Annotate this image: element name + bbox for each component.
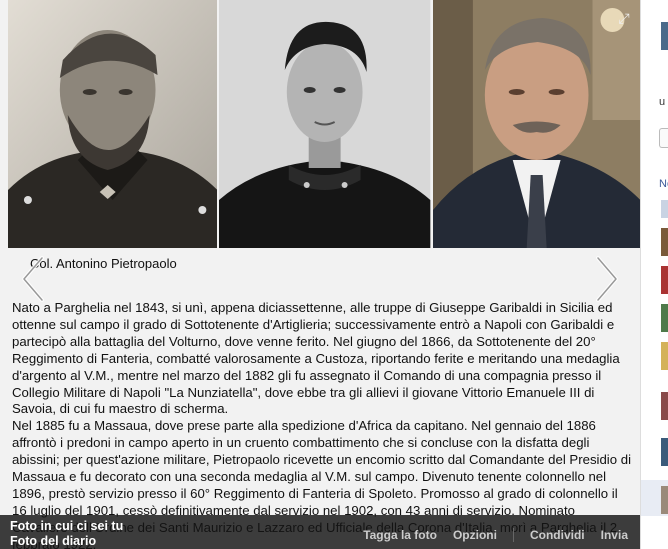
photo-actions: Tagga la foto Opzioni Condividi Invia <box>347 528 628 542</box>
timeline-photos-link[interactable]: Foto del diario <box>10 534 123 549</box>
photo-officer-bearded <box>8 0 218 248</box>
sidebar-thumbnail[interactable] <box>661 22 668 50</box>
sidebar-thumbnail[interactable] <box>661 266 668 294</box>
divider <box>512 528 514 542</box>
sidebar-thumbnail[interactable] <box>661 392 668 420</box>
expand-icon[interactable]: ⤢ <box>616 10 632 26</box>
chevron-right-icon[interactable] <box>590 254 624 304</box>
photos-of-you-link[interactable]: Foto in cui ci sei tu <box>10 519 123 534</box>
sidebar-thumbnail[interactable] <box>661 486 668 514</box>
photo-description: Nato a Parghelia nel 1843, si unì, appen… <box>12 300 631 549</box>
sidebar-thumbnail[interactable] <box>661 438 668 466</box>
sidebar-link-fragment[interactable]: Ne <box>659 178 668 190</box>
send-button[interactable]: Invia <box>601 528 628 542</box>
photo-viewer: ⤢ Col. Antonino Pietropaolo Nato a Pargh… <box>0 0 640 549</box>
photo-young-cadet <box>219 0 431 248</box>
photo-caption: Col. Antonino Pietropaolo <box>30 256 177 271</box>
sidebar-input[interactable] <box>659 128 668 148</box>
tag-photo-button[interactable]: Tagga la foto <box>363 528 437 542</box>
share-button[interactable]: Condividi <box>530 528 585 542</box>
right-sidebar: u Ne <box>640 0 668 549</box>
options-button[interactable]: Opzioni <box>453 528 497 542</box>
album-links: Foto in cui ci sei tu Foto del diario <box>10 519 123 549</box>
sidebar-thumbnail[interactable] <box>661 228 668 256</box>
chevron-left-icon[interactable] <box>16 254 50 304</box>
photo-older-man: ⤢ <box>432 0 640 248</box>
photo-action-bar: Foto in cui ci sei tu Foto del diario Ta… <box>0 515 640 549</box>
sidebar-thumbnail[interactable] <box>661 304 668 332</box>
photo-collage[interactable]: ⤢ <box>8 0 640 248</box>
sidebar-text-fragment: u <box>659 96 666 108</box>
sidebar-thumbnail[interactable] <box>661 200 668 218</box>
sidebar-thumbnail[interactable] <box>661 342 668 370</box>
